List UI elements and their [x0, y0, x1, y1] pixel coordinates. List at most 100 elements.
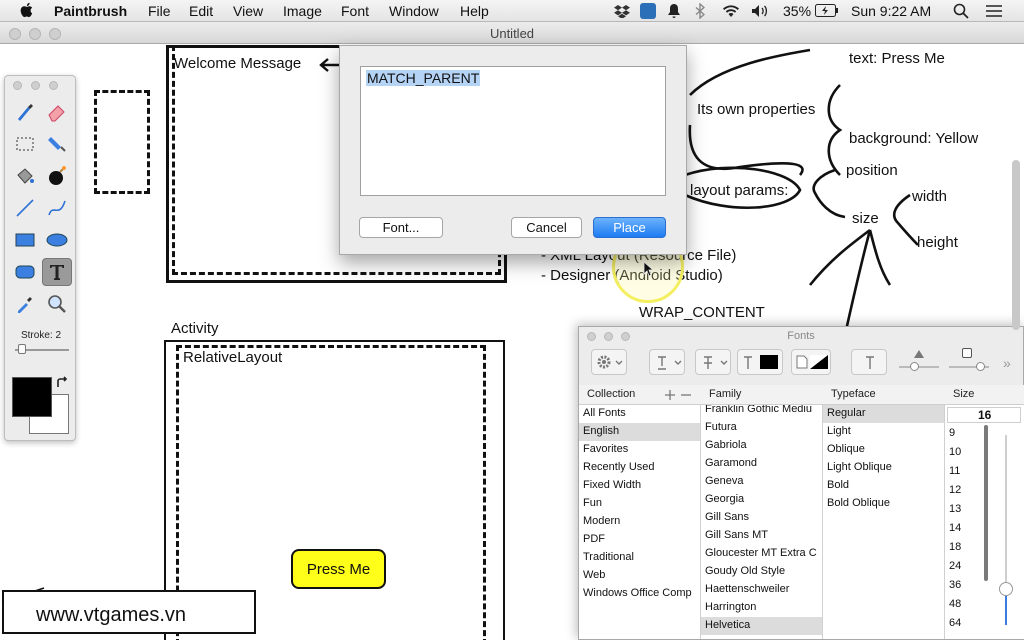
size-list-scrollbar[interactable]: [984, 425, 988, 581]
size-item[interactable]: 48: [945, 596, 985, 614]
collection-item[interactable]: Fun: [579, 495, 700, 513]
collection-item[interactable]: All Fonts: [579, 405, 700, 423]
bluetooth-icon[interactable]: [695, 3, 705, 19]
primary-color-well[interactable]: [12, 377, 52, 417]
plus-icon[interactable]: [665, 390, 675, 400]
action-menu-button[interactable]: [591, 349, 627, 375]
spotlight-search-icon[interactable]: [953, 3, 969, 19]
strikethrough-menu-button[interactable]: [695, 349, 731, 375]
ellipse-tool[interactable]: [42, 226, 72, 254]
apple-icon[interactable]: [20, 2, 34, 18]
text-color-button[interactable]: [737, 349, 783, 375]
clock[interactable]: Sun 9:22 AM: [851, 3, 931, 19]
notification-bell-icon[interactable]: [667, 3, 681, 19]
evernote-icon[interactable]: [640, 3, 656, 19]
shadow-opacity-thumb[interactable]: [910, 362, 919, 371]
collection-item[interactable]: PDF: [579, 531, 700, 549]
size-item[interactable]: 12: [945, 482, 985, 500]
notification-center-icon[interactable]: [985, 4, 1003, 18]
wifi-icon[interactable]: [722, 4, 740, 18]
size-item[interactable]: 10: [945, 444, 985, 462]
canvas-scrollbar[interactable]: [1012, 160, 1020, 330]
family-item[interactable]: Futura: [701, 419, 822, 437]
menu-view[interactable]: View: [233, 3, 263, 19]
rectangle-tool[interactable]: [10, 226, 40, 254]
app-menu[interactable]: Paintbrush: [54, 3, 127, 19]
collection-item[interactable]: Recently Used: [579, 459, 700, 477]
typeface-list[interactable]: Regular Light Oblique Light Oblique Bold…: [823, 405, 945, 639]
selection-tool[interactable]: [10, 130, 40, 158]
family-item[interactable]: Garamond: [701, 455, 822, 473]
menu-edit[interactable]: Edit: [189, 3, 213, 19]
minus-icon[interactable]: [681, 390, 691, 400]
typeface-item[interactable]: Bold Oblique: [823, 495, 944, 513]
family-item[interactable]: Geneva: [701, 473, 822, 491]
family-list[interactable]: Franklin Gothic Mediu Futura Gabriola Ga…: [701, 405, 823, 639]
curve-tool[interactable]: [42, 194, 72, 222]
cancel-button[interactable]: Cancel: [511, 217, 582, 238]
size-item[interactable]: 64: [945, 615, 985, 633]
line-tool[interactable]: [10, 194, 40, 222]
size-item[interactable]: 9: [945, 425, 985, 443]
font-button[interactable]: Font...: [359, 217, 443, 238]
family-item[interactable]: Haettenschweiler: [701, 581, 822, 599]
text-tool[interactable]: [42, 258, 72, 286]
family-item[interactable]: Gloucester MT Extra C: [701, 545, 822, 563]
family-item[interactable]: Gill Sans: [701, 509, 822, 527]
text-shadow-button[interactable]: [851, 349, 887, 375]
size-item[interactable]: 24: [945, 558, 985, 576]
menu-window[interactable]: Window: [389, 3, 439, 19]
brush-tool[interactable]: [10, 98, 40, 126]
collection-item[interactable]: Fixed Width: [579, 477, 700, 495]
underline-menu-button[interactable]: [649, 349, 685, 375]
menu-help[interactable]: Help: [460, 3, 489, 19]
size-item[interactable]: 18: [945, 539, 985, 557]
typeface-item[interactable]: Oblique: [823, 441, 944, 459]
family-item[interactable]: Helvetica: [701, 617, 822, 635]
palette-close-button[interactable]: [13, 81, 22, 90]
shadow-opacity-slider[interactable]: [899, 366, 939, 368]
family-item[interactable]: Gill Sans MT: [701, 527, 822, 545]
volume-icon[interactable]: [751, 4, 769, 18]
typeface-item[interactable]: Light: [823, 423, 944, 441]
palette-zoom-button[interactable]: [49, 81, 58, 90]
size-input[interactable]: 16: [947, 407, 1021, 423]
palette-minimize-button[interactable]: [31, 81, 40, 90]
collection-item[interactable]: Traditional: [579, 549, 700, 567]
typeface-item[interactable]: Bold: [823, 477, 944, 495]
document-color-button[interactable]: [791, 349, 831, 375]
more-chevron-icon[interactable]: »: [1003, 355, 1011, 371]
stroke-slider-thumb[interactable]: [18, 344, 26, 354]
menu-file[interactable]: File: [148, 3, 171, 19]
zoom-tool[interactable]: [42, 290, 72, 318]
typeface-item[interactable]: Regular: [823, 405, 944, 423]
menu-font[interactable]: Font: [341, 3, 369, 19]
collection-item[interactable]: Windows Office Comp: [579, 585, 700, 603]
collection-item[interactable]: Favorites: [579, 441, 700, 459]
collection-item[interactable]: Modern: [579, 513, 700, 531]
fill-tool[interactable]: [42, 130, 72, 158]
place-button[interactable]: Place: [593, 217, 666, 238]
text-input-area[interactable]: MATCH_PARENT: [360, 66, 666, 196]
size-item[interactable]: 14: [945, 520, 985, 538]
bomb-tool[interactable]: [42, 162, 72, 190]
collection-item[interactable]: English: [579, 423, 700, 441]
eyedropper-tool[interactable]: [10, 290, 40, 318]
rounded-rect-tool[interactable]: [10, 258, 40, 286]
battery-icon[interactable]: [815, 4, 839, 17]
bucket-tool[interactable]: [10, 162, 40, 190]
family-item[interactable]: Goudy Old Style: [701, 563, 822, 581]
family-item[interactable]: Franklin Gothic Mediu: [701, 405, 822, 419]
size-slider-thumb[interactable]: [999, 582, 1013, 596]
family-item[interactable]: Georgia: [701, 491, 822, 509]
collection-list[interactable]: All Fonts English Favorites Recently Use…: [579, 405, 701, 639]
size-item[interactable]: 36: [945, 577, 985, 595]
size-item[interactable]: 11: [945, 463, 985, 481]
eraser-tool[interactable]: [42, 98, 72, 126]
dropbox-icon[interactable]: [614, 4, 630, 18]
shadow-blur-thumb[interactable]: [976, 362, 985, 371]
size-item[interactable]: 13: [945, 501, 985, 519]
family-item[interactable]: Gabriola: [701, 437, 822, 455]
collection-item[interactable]: Web: [579, 567, 700, 585]
family-item[interactable]: Harrington: [701, 599, 822, 617]
